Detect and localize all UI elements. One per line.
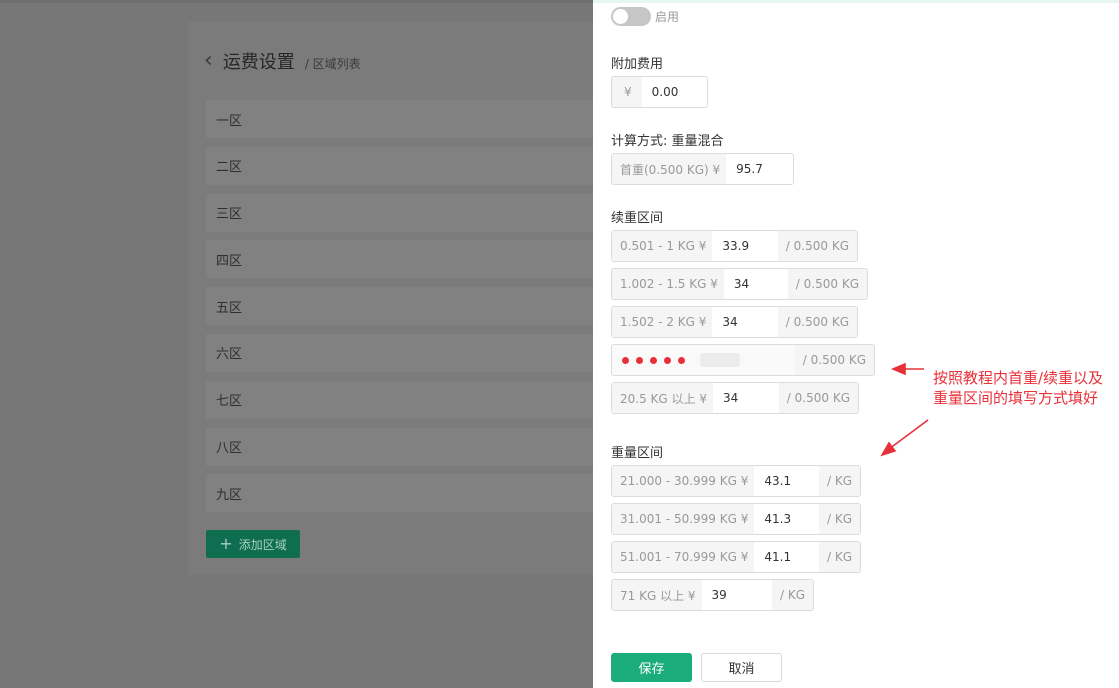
cancel-button[interactable]: 取消 — [701, 653, 782, 682]
annotation-line-1: 按照教程内首重/续重以及 — [933, 369, 1104, 387]
annotation-arrows — [880, 362, 929, 457]
save-button[interactable]: 保存 — [611, 653, 692, 682]
annotation-text: 按照教程内首重/续重以及 重量区间的填写方式填好 — [933, 368, 1103, 408]
annotation-line-2: 重量区间的填写方式填好 — [933, 389, 1099, 407]
arrow-left-icon — [890, 362, 924, 376]
arrow-down-left-icon — [880, 419, 929, 457]
